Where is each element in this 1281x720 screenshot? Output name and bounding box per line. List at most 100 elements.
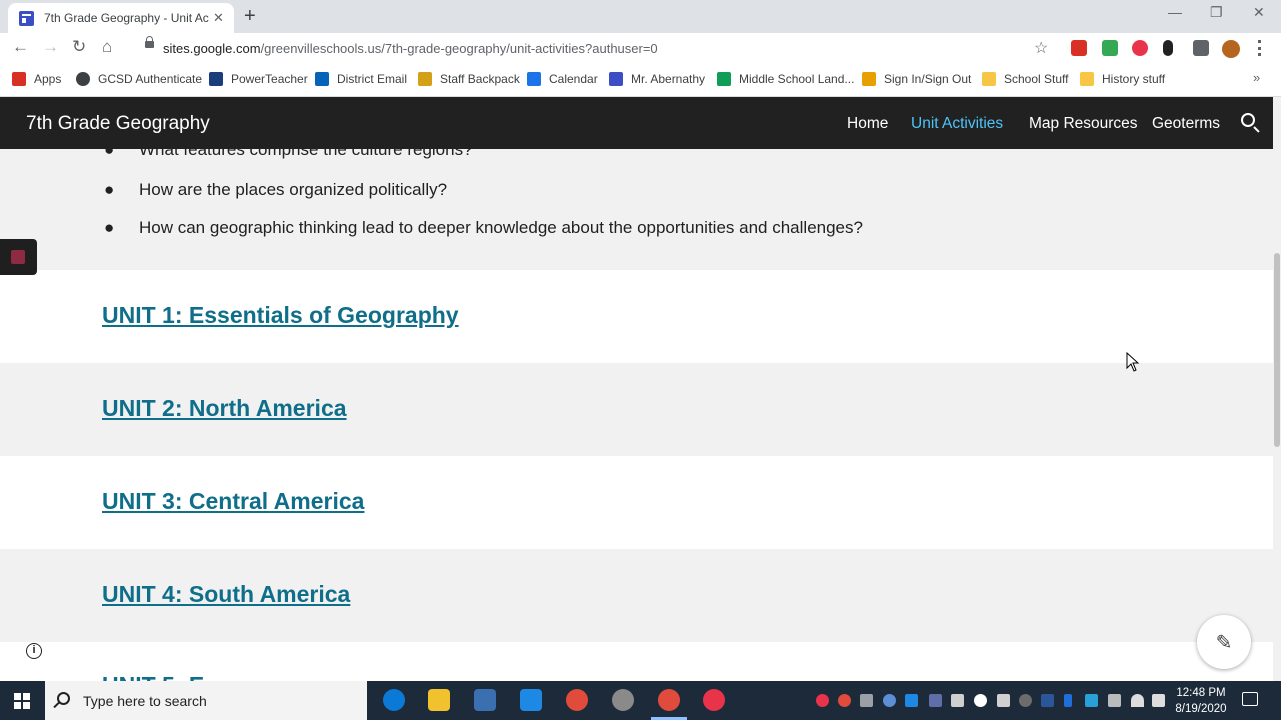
side-panel-tab[interactable]	[0, 239, 37, 275]
tray-power-icon[interactable]	[974, 694, 987, 707]
unit-1-link[interactable]: UNIT 1: Essentials of Geography	[102, 302, 459, 329]
taskbar-search-box[interactable]: Type here to search	[45, 681, 367, 720]
tray-app-icon[interactable]	[905, 694, 918, 707]
microphone-extension-icon[interactable]	[1163, 40, 1173, 56]
tray-app-icon[interactable]	[1085, 694, 1098, 707]
file-explorer-icon[interactable]	[428, 689, 450, 711]
battery-icon[interactable]	[1108, 694, 1121, 707]
unit-4-link[interactable]: UNIT 4: South America	[102, 581, 350, 608]
unit-band: UNIT 3: Central America	[0, 456, 1273, 549]
backpack-icon	[418, 72, 432, 86]
unit-3-link[interactable]: UNIT 3: Central America	[102, 488, 364, 515]
question-item: ● How can geographic thinking lead to dee…	[104, 218, 863, 237]
scrollbar-thumb[interactable]	[1274, 253, 1280, 447]
unit-2-link[interactable]: UNIT 2: North America	[102, 395, 347, 422]
wifi-icon[interactable]	[1131, 694, 1144, 707]
tray-app-icon[interactable]	[951, 694, 964, 707]
bookmark-sign-in-sign-out[interactable]: Sign In/Sign Out	[862, 72, 971, 86]
site-title[interactable]: 7th Grade Geography	[26, 113, 210, 135]
tray-app-icon[interactable]	[860, 694, 873, 707]
menu-icon[interactable]	[1258, 40, 1262, 56]
mouse-cursor-icon	[1126, 352, 1140, 372]
bookmark-district-email[interactable]: District Email	[315, 72, 407, 86]
url-host: sites.google.com	[163, 41, 261, 56]
google-sites-icon	[19, 10, 34, 26]
megaphone-extension-icon[interactable]	[1071, 40, 1087, 56]
tray-recorder-icon[interactable]	[816, 694, 829, 707]
tray-word-icon[interactable]	[1041, 694, 1054, 707]
calendar-icon	[527, 72, 541, 86]
lock-icon[interactable]	[145, 36, 154, 48]
essential-questions-section: ● What features comprise the culture regi…	[0, 149, 1273, 270]
close-tab-icon[interactable]: ✕	[213, 10, 224, 26]
chrome-icon[interactable]	[566, 689, 588, 711]
microsoft-store-icon[interactable]	[474, 689, 496, 711]
tray-close-icon[interactable]	[997, 694, 1010, 707]
bookmark-mr-abernathy[interactable]: Mr. Abernathy	[609, 72, 705, 86]
tray-globe-icon[interactable]	[883, 694, 896, 707]
page-content: ● What features comprise the culture regi…	[0, 149, 1273, 681]
unit-5-link[interactable]: UNIT 5: E	[102, 672, 204, 681]
taskbar-search-placeholder: Type here to search	[83, 693, 207, 709]
browser-tab[interactable]: 7th Grade Geography - Unit Acti ✕	[8, 3, 234, 33]
edge-browser-icon[interactable]	[383, 689, 405, 711]
tray-mic-icon[interactable]	[929, 694, 942, 707]
bookmark-history-stuff[interactable]: History stuff	[1080, 72, 1165, 86]
bookmark-school-stuff[interactable]: School Stuff	[982, 72, 1069, 86]
folder-icon	[982, 72, 996, 86]
bookmark-middle-school-land[interactable]: Middle School Land...	[717, 72, 854, 86]
unit-band: UNIT 2: North America	[0, 363, 1273, 456]
clock-date: 8/19/2020	[1175, 703, 1227, 715]
restore-button[interactable]: ❐	[1210, 4, 1223, 21]
bookmark-apps[interactable]: Apps	[12, 72, 61, 86]
new-tab-button[interactable]: +	[244, 5, 256, 28]
search-icon[interactable]	[1241, 113, 1255, 127]
bookmark-powerteacher[interactable]: PowerTeacher	[209, 72, 308, 86]
bookmarks-bar: Apps GCSD Authenticate PowerTeacher Dist…	[0, 65, 1281, 97]
chat-app-icon[interactable]	[612, 689, 634, 711]
browser-tab-strip: 7th Grade Geography - Unit Acti ✕ + — ❐ …	[0, 0, 1281, 33]
bluetooth-icon[interactable]	[1064, 694, 1072, 707]
close-window-button[interactable]: ✕	[1253, 4, 1265, 21]
home-button[interactable]: ⌂	[102, 37, 112, 57]
windows-start-icon[interactable]	[14, 693, 30, 709]
url-path: /greenvilleschools.us/7th-grade-geograph…	[260, 41, 658, 56]
address-bar[interactable]: sites.google.com/greenvilleschools.us/7t…	[163, 41, 658, 56]
screen-recorder-icon[interactable]	[703, 689, 725, 711]
unit-band: UNIT 4: South America	[0, 549, 1273, 642]
bookmark-staff-backpack[interactable]: Staff Backpack	[418, 72, 520, 86]
sites-icon	[609, 72, 623, 86]
gcsd-icon	[76, 72, 90, 86]
info-icon[interactable]: i	[26, 643, 42, 659]
forward-button[interactable]: →	[42, 37, 59, 57]
chrome-active-icon[interactable]	[658, 689, 680, 711]
green-extension-icon[interactable]	[1102, 40, 1118, 56]
bookmark-star-icon[interactable]: ☆	[1034, 38, 1048, 58]
notifications-icon[interactable]	[1242, 692, 1258, 706]
profile-avatar[interactable]	[1222, 40, 1240, 58]
bookmark-calendar[interactable]: Calendar	[527, 72, 598, 86]
tray-chrome-icon[interactable]	[838, 694, 851, 707]
taskbar-clock[interactable]: 12:48 PM 8/19/2020	[1170, 685, 1232, 717]
minimize-button[interactable]: —	[1168, 4, 1182, 20]
volume-icon[interactable]	[1152, 694, 1165, 707]
reload-button[interactable]: ↻	[72, 37, 86, 57]
bookmark-gcsd-authenticate[interactable]: GCSD Authenticate	[76, 72, 202, 86]
mail-icon[interactable]	[520, 689, 542, 711]
puzzle-extensions-icon[interactable]	[1193, 40, 1209, 56]
unit-band: UNIT 5: E	[0, 642, 1273, 681]
back-button[interactable]: ←	[12, 37, 29, 57]
nav-geoterms[interactable]: Geoterms	[1152, 115, 1220, 133]
unit-band: UNIT 1: Essentials of Geography	[0, 270, 1273, 363]
nav-map-resources[interactable]: Map Resources	[1029, 115, 1138, 133]
search-icon	[57, 692, 70, 705]
clock-time: 12:48 PM	[1176, 687, 1226, 699]
edit-pencil-button[interactable]: ✎	[1197, 615, 1251, 669]
sign-in-icon	[862, 72, 876, 86]
tray-app-icon[interactable]	[1019, 694, 1032, 707]
nav-unit-activities[interactable]: Unit Activities	[911, 115, 1003, 133]
nav-home[interactable]: Home	[847, 115, 888, 133]
red-extension-icon[interactable]	[1132, 40, 1148, 56]
powerteacher-icon	[209, 72, 223, 86]
more-bookmarks-icon[interactable]: »	[1253, 70, 1260, 85]
